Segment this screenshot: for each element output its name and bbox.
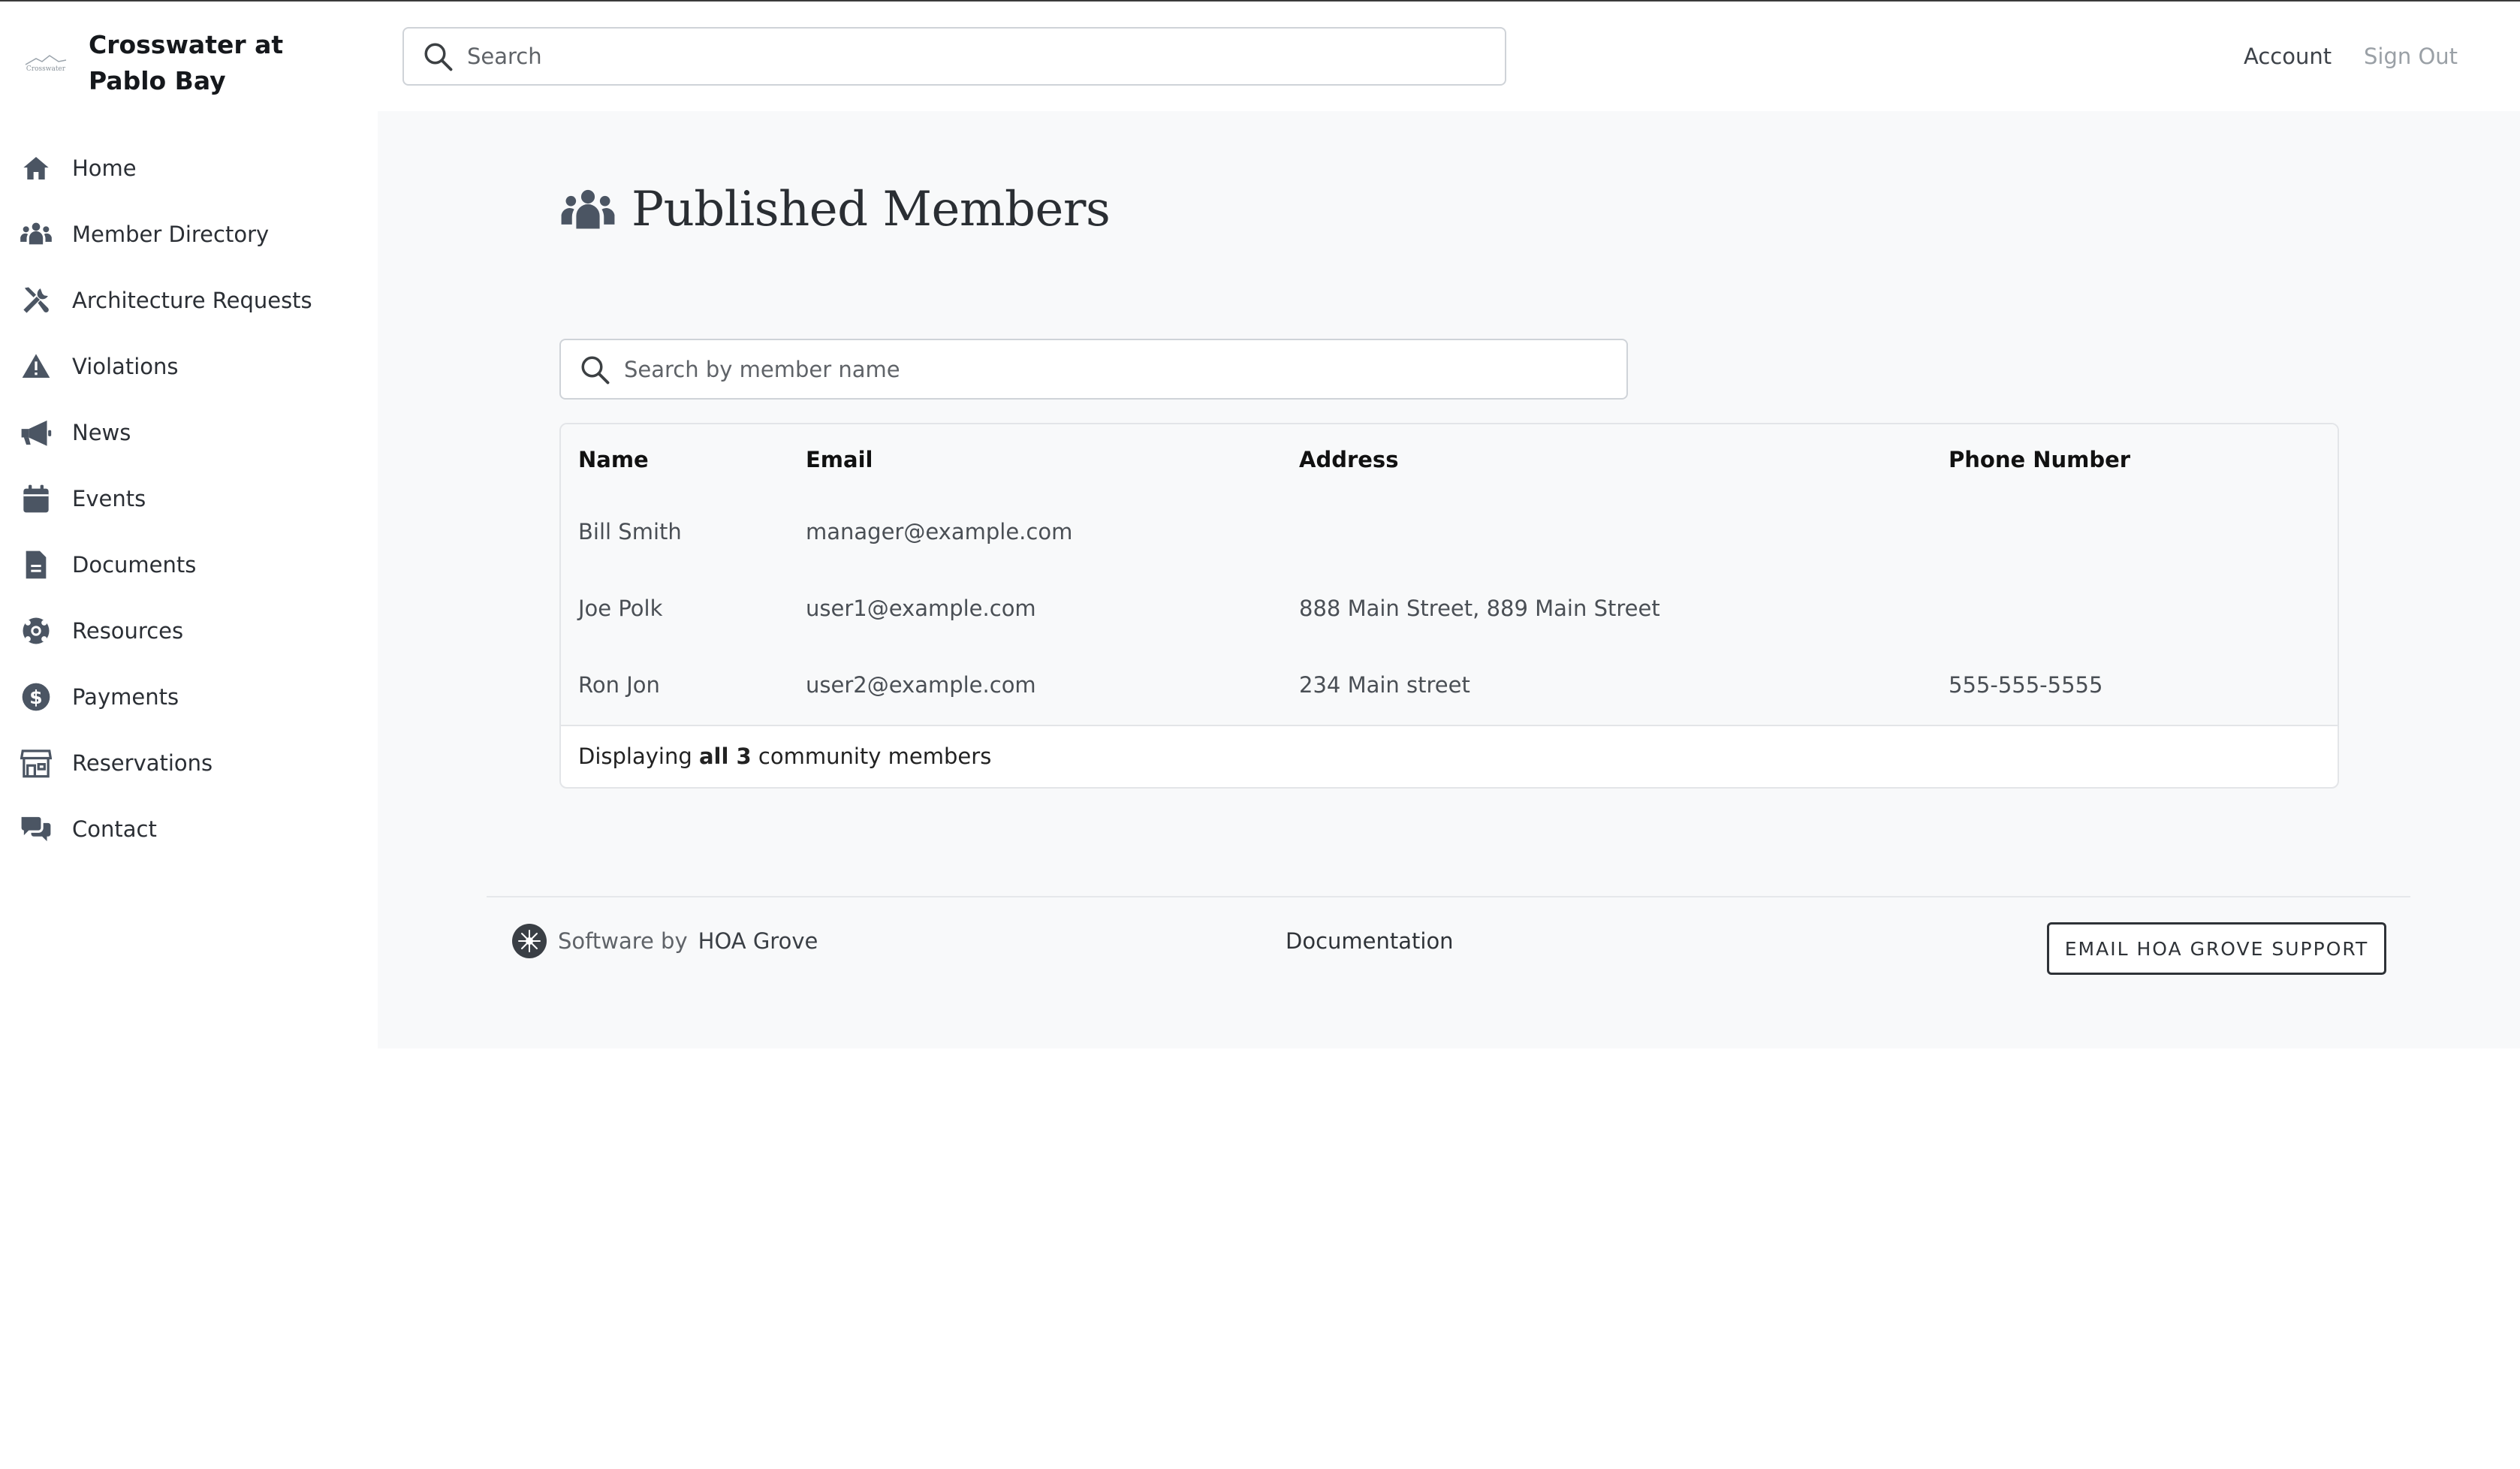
column-header-email[interactable]: Email [806, 447, 873, 472]
sidebar-item-label: Documents [72, 552, 197, 578]
sidebar-item-resources[interactable]: Resources [20, 598, 312, 664]
global-search-input[interactable] [466, 43, 1445, 70]
sidebar-item-reservations[interactable]: Reservations [20, 730, 312, 796]
column-header-name[interactable]: Name [578, 447, 649, 472]
hoa-grove-logo-icon [512, 924, 547, 958]
sidebar: Crosswater Crosswater at Pablo Bay Home … [0, 2, 378, 1469]
global-search[interactable] [402, 27, 1506, 86]
sidebar-item-news[interactable]: News [20, 400, 312, 466]
documentation-link[interactable]: Documentation [1286, 928, 1454, 954]
sidebar-item-payments[interactable]: $ Payments [20, 664, 312, 730]
sidebar-item-contact[interactable]: Contact [20, 796, 312, 862]
email-support-button[interactable]: EMAIL HOA GROVE SUPPORT [2047, 922, 2386, 975]
sidebar-item-label: Architecture Requests [72, 288, 312, 313]
home-icon [20, 152, 53, 185]
tools-icon [20, 284, 53, 317]
warning-icon [20, 350, 53, 383]
people-icon [561, 189, 615, 229]
sidebar-item-label: Events [72, 486, 146, 511]
page-header: Published Members [559, 182, 1111, 237]
sidebar-item-label: Violations [72, 354, 179, 379]
row-spacer [2274, 572, 2338, 650]
table-row[interactable]: Bill Smith manager@example.com [561, 495, 2274, 573]
cell-address: 888 Main Street, 889 Main Street [1299, 596, 1660, 621]
cell-email: user1@example.com [806, 596, 1036, 621]
footer-prefix: Displaying [578, 744, 699, 769]
account-link[interactable]: Account [2244, 44, 2332, 69]
member-count: all 3 [698, 744, 752, 769]
company-link[interactable]: HOA Grove [698, 928, 818, 954]
calendar-icon [20, 482, 53, 515]
svg-text:Crosswater: Crosswater [26, 65, 66, 73]
row-spacer [2274, 648, 2338, 726]
members-table: Name Email Address Phone Number Bill Smi… [559, 423, 2339, 789]
sidebar-item-violations[interactable]: Violations [20, 333, 312, 400]
footer-divider [487, 896, 2410, 897]
sidebar-item-label: Payments [72, 684, 179, 710]
footer-suffix: community members [751, 744, 992, 769]
sidebar-nav: Home Member Directory Architecture Reque… [20, 135, 312, 862]
sidebar-item-home[interactable]: Home [20, 135, 312, 201]
software-by-text: Software by [558, 928, 688, 954]
table-footer: Displaying all 3 community members [578, 744, 991, 769]
sidebar-item-documents[interactable]: Documents [20, 532, 312, 598]
row-spacer [2274, 495, 2338, 573]
dollar-icon: $ [20, 680, 53, 713]
table-row[interactable]: Ron Jon user2@example.com 234 Main stree… [561, 648, 2274, 726]
member-search[interactable] [559, 339, 1628, 400]
sidebar-item-member-directory[interactable]: Member Directory [20, 201, 312, 267]
sidebar-item-events[interactable]: Events [20, 466, 312, 532]
community-name: Crosswater at Pablo Bay [89, 30, 284, 95]
table-row[interactable]: Joe Polk user1@example.com 888 Main Stre… [561, 572, 2274, 650]
people-icon [20, 218, 53, 251]
cell-name: Joe Polk [578, 596, 663, 621]
brand[interactable]: Crosswater Crosswater at Pablo Bay [20, 27, 344, 99]
lifebuoy-icon [20, 614, 53, 647]
sidebar-item-label: Home [72, 155, 137, 181]
sidebar-item-label: News [72, 420, 131, 445]
svg-text:$: $ [29, 686, 42, 708]
cell-phone: 555-555-5555 [1949, 672, 2103, 698]
search-icon [422, 41, 454, 72]
member-search-input[interactable] [622, 355, 1564, 383]
sidebar-item-label: Member Directory [72, 222, 270, 247]
footer-brand: Software by HOA Grove [511, 923, 818, 959]
cell-email: manager@example.com [806, 519, 1073, 544]
cell-address: 234 Main street [1299, 672, 1470, 698]
sidebar-item-label: Reservations [72, 750, 213, 776]
cell-name: Ron Jon [578, 672, 660, 698]
column-header-phone[interactable]: Phone Number [1949, 447, 2130, 472]
sidebar-item-label: Resources [72, 618, 184, 644]
community-logo: Crosswater [25, 55, 67, 73]
page-title: Published Members [632, 182, 1111, 237]
cell-name: Bill Smith [578, 519, 682, 544]
column-header-address[interactable]: Address [1299, 447, 1398, 472]
search-icon [579, 354, 610, 385]
chat-icon [20, 813, 53, 846]
store-icon [20, 747, 53, 780]
megaphone-icon [20, 416, 53, 449]
sidebar-item-label: Contact [72, 816, 157, 842]
cell-email: user2@example.com [806, 672, 1036, 698]
sign-out-link[interactable]: Sign Out [2364, 44, 2458, 69]
table-header: Name Email Address Phone Number [561, 424, 2338, 496]
sidebar-item-architecture-requests[interactable]: Architecture Requests [20, 267, 312, 333]
document-icon [20, 548, 53, 581]
